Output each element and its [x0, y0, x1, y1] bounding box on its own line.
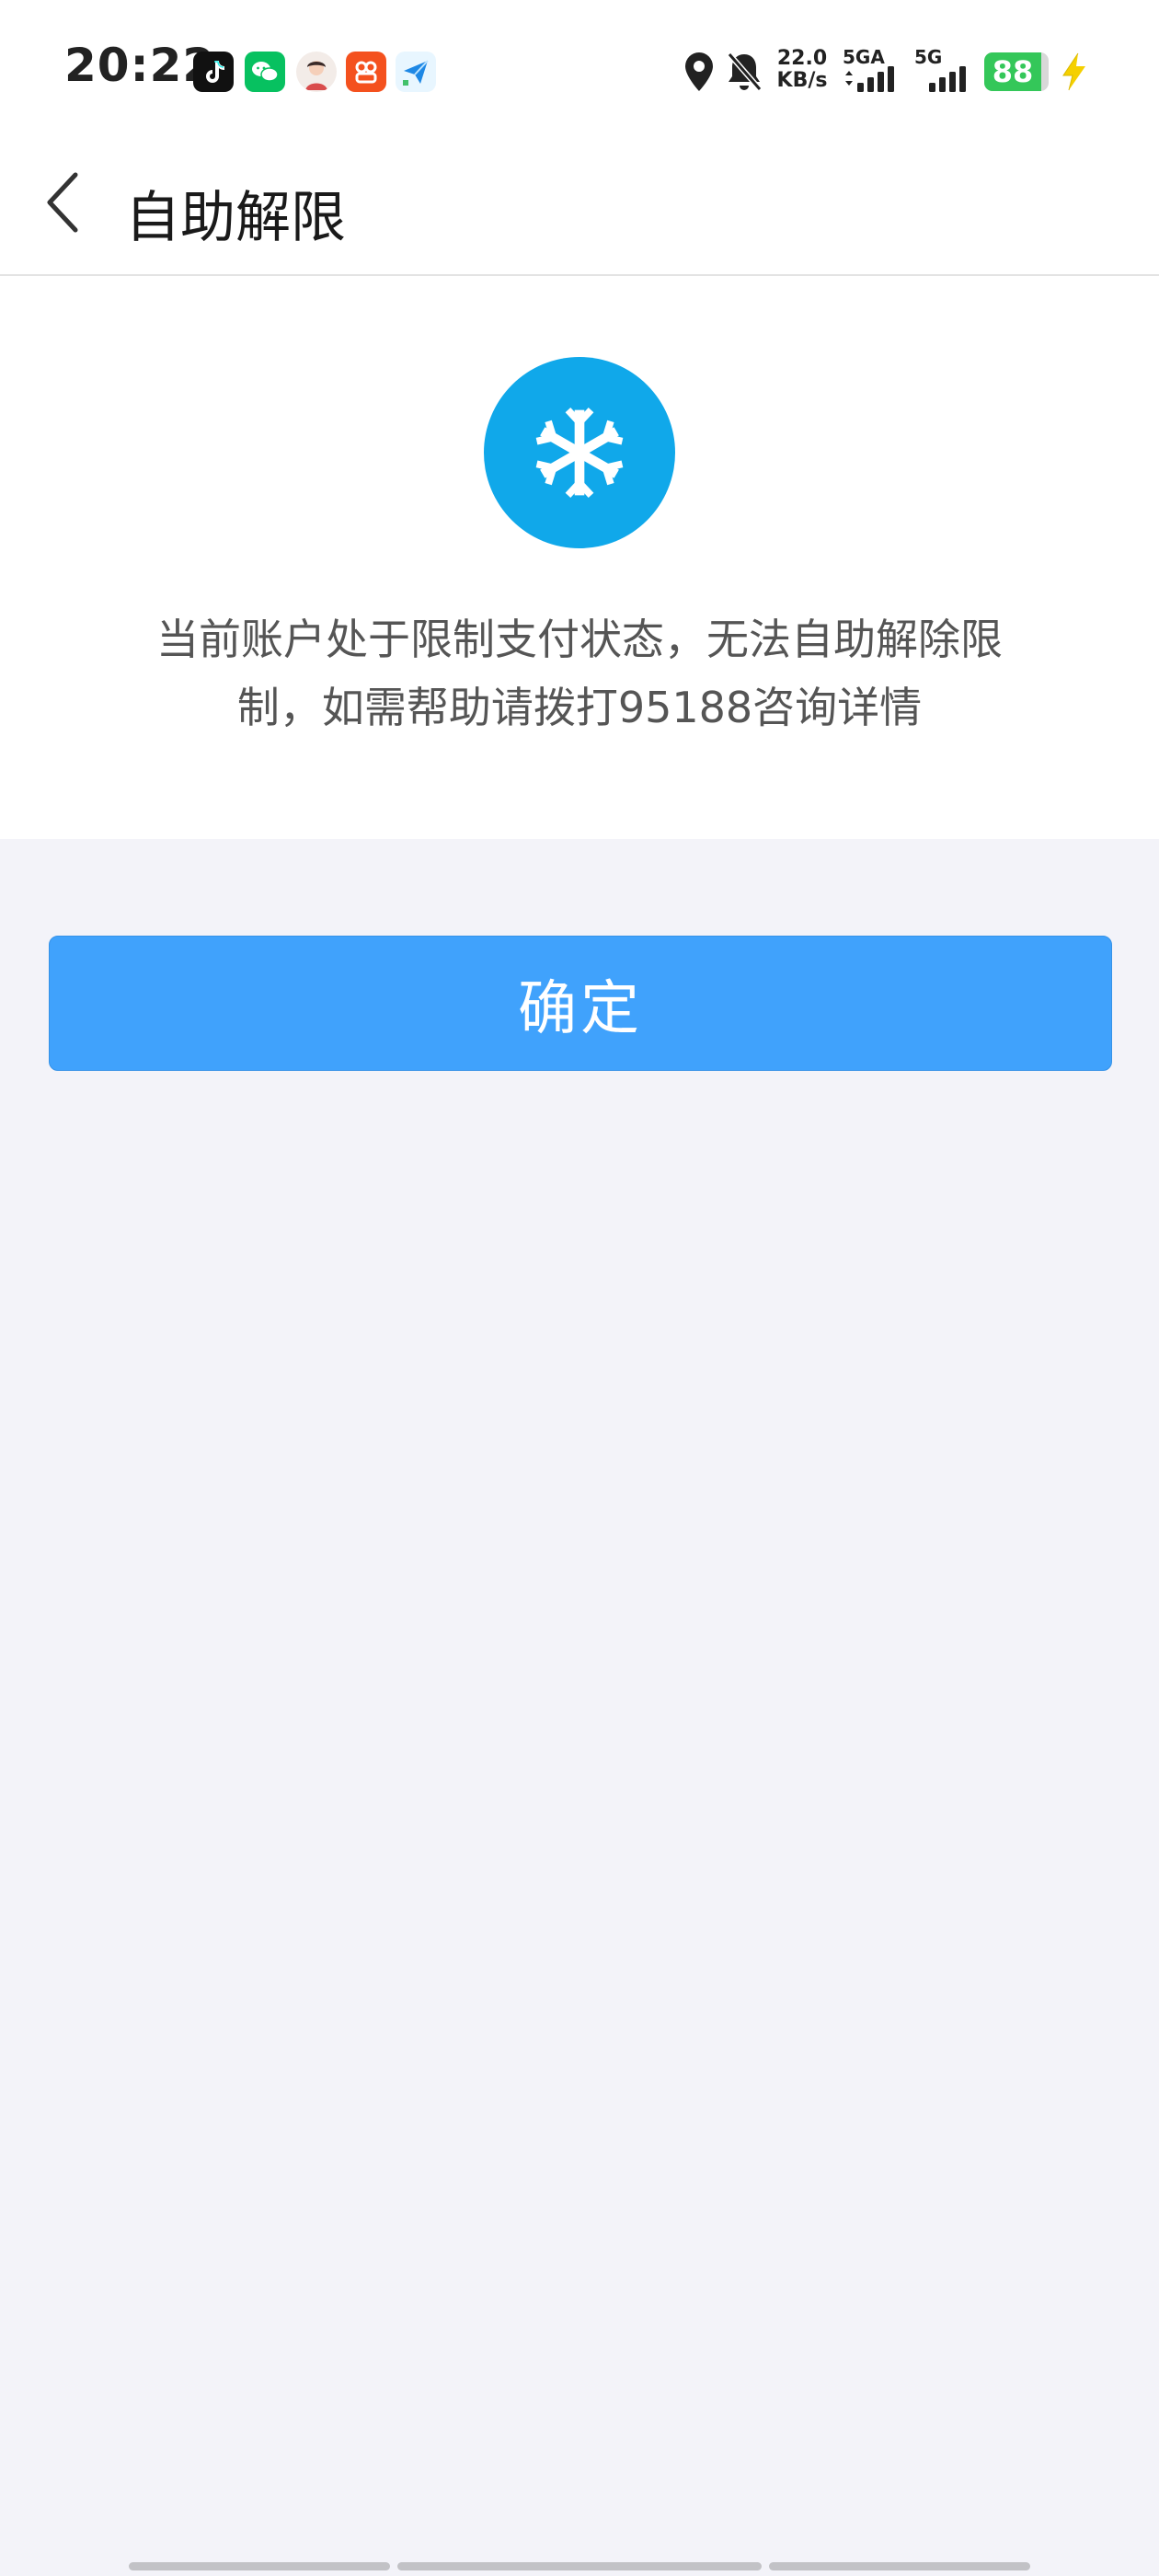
orange-app-icon [346, 52, 386, 92]
home-indicator[interactable] [769, 2562, 1030, 2570]
network-speed-value: 22.0 [776, 47, 828, 70]
paper-plane-app-icon [396, 52, 436, 92]
home-indicator[interactable] [397, 2562, 762, 2570]
charging-icon [1062, 52, 1085, 91]
location-icon [685, 52, 713, 91]
avatar-app-icon [296, 52, 337, 92]
chevron-left-icon [47, 172, 78, 233]
network-speed: 22.0 KB/s [775, 48, 830, 92]
network-speed-unit: KB/s [776, 69, 828, 92]
confirm-button[interactable]: 确定 [49, 936, 1112, 1071]
status-bar: 20:22 22.0 KB/s 5GA 5G 88 [0, 0, 1159, 138]
bell-muted-icon [727, 52, 763, 91]
restriction-message-line1: 当前账户处于限制支付状态，无法自助解除限 [156, 615, 1003, 664]
nav-bar: 自助解限 [0, 138, 1159, 276]
home-indicator[interactable] [129, 2562, 390, 2570]
wechat-icon [245, 52, 285, 92]
snowflake-icon [535, 407, 624, 499]
freeze-badge [484, 357, 675, 548]
back-button[interactable] [26, 166, 99, 239]
restriction-message-line2: 制，如需帮助请拨打95188咨询详情 [236, 683, 923, 732]
signal-icon [929, 66, 966, 92]
battery-level: 88 [992, 54, 1034, 89]
signal-icon [845, 66, 894, 92]
restriction-message: 当前账户处于限制支付状态，无法自助解除限 制，如需帮助请拨打95188咨询详情 [120, 605, 1039, 742]
notice-card: 当前账户处于限制支付状态，无法自助解除限 制，如需帮助请拨打95188咨询详情 [0, 276, 1159, 839]
page-title: 自助解限 [125, 186, 346, 250]
battery-icon: 88 [984, 52, 1049, 91]
douyin-icon [193, 52, 234, 92]
